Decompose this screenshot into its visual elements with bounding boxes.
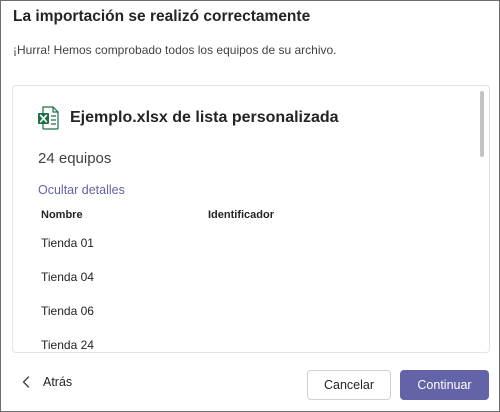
continue-button[interactable]: Continuar xyxy=(400,370,489,400)
table-row: Tienda 06 xyxy=(41,304,94,318)
dialog-subtitle: ¡Hurra! Hemos comprobado todos los equip… xyxy=(13,43,337,57)
hide-details-link[interactable]: Ocultar detalles xyxy=(38,183,125,197)
back-label: Atrás xyxy=(43,375,73,389)
table-row: Tienda 04 xyxy=(41,270,94,284)
teams-list: Tienda 01 Tienda 04 Tienda 06 Tienda 24 xyxy=(41,236,94,352)
column-header-name: Nombre xyxy=(41,209,83,221)
file-summary-card: Ejemplo.xlsx de lista personalizada 24 e… xyxy=(12,85,490,353)
dialog-footer: Atrás Cancelar Continuar xyxy=(1,369,500,403)
back-button[interactable]: Atrás xyxy=(21,375,72,389)
card-scrollbar[interactable] xyxy=(480,91,484,157)
column-header-id: Identificador xyxy=(208,209,275,221)
file-header: Ejemplo.xlsx de lista personalizada xyxy=(37,105,339,131)
cancel-button[interactable]: Cancelar xyxy=(307,370,391,400)
team-count: 24 equipos xyxy=(38,150,112,167)
excel-file-icon xyxy=(38,106,59,130)
import-success-dialog: La importación se realizó correctamente … xyxy=(0,0,500,412)
file-name: Ejemplo.xlsx de lista personalizada xyxy=(70,109,339,126)
table-row: Tienda 24 xyxy=(41,338,94,352)
chevron-left-icon xyxy=(22,376,30,388)
table-row: Tienda 01 xyxy=(41,236,94,250)
dialog-title: La importación se realizó correctamente xyxy=(13,8,311,25)
